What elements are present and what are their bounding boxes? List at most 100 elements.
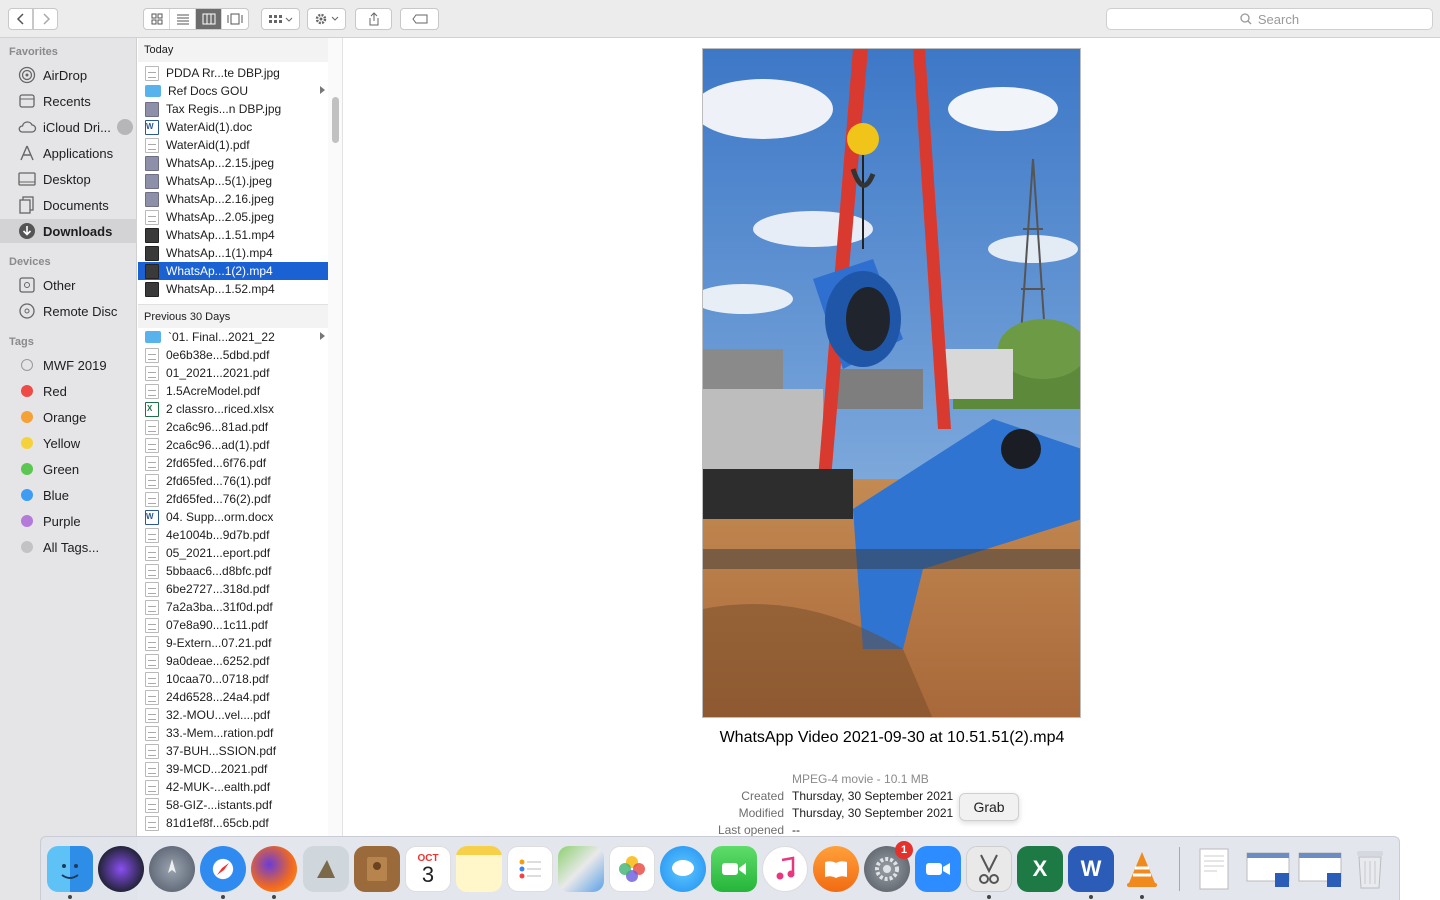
file-row[interactable]: 33.-Mem...ration.pdf — [138, 724, 328, 742]
file-row[interactable]: WhatsAp...2.15.jpeg — [138, 154, 328, 172]
reminders-icon[interactable] — [507, 846, 553, 892]
file-row[interactable]: WhatsAp...2.16.jpeg — [138, 190, 328, 208]
video-thumbnail[interactable] — [702, 48, 1081, 718]
file-row[interactable]: 37-BUH...SSION.pdf — [138, 742, 328, 760]
back-button[interactable] — [8, 8, 33, 30]
file-row[interactable]: WhatsAp...5(1).jpeg — [138, 172, 328, 190]
sidebar-tag-yellow[interactable]: Yellow — [0, 431, 137, 455]
siri-icon[interactable] — [98, 846, 144, 892]
sidebar-item-desktop[interactable]: Desktop — [0, 167, 137, 191]
excel-icon[interactable]: X — [1017, 846, 1063, 892]
preview-app-icon[interactable] — [303, 846, 349, 892]
word-icon[interactable]: W — [1068, 846, 1114, 892]
file-row[interactable]: 9-Extern...07.21.pdf — [138, 634, 328, 652]
file-row[interactable]: WhatsAp...1.51.mp4 — [138, 226, 328, 244]
file-row[interactable]: WaterAid(1).pdf — [138, 136, 328, 154]
sidebar-item-label: Yellow — [43, 435, 81, 451]
file-row[interactable]: WhatsAp...1.52.mp4 — [138, 280, 328, 298]
sidebar-item-other[interactable]: Other — [0, 273, 137, 297]
sidebar-item-icloud-drive[interactable]: iCloud Dri... — [0, 115, 137, 139]
folder-row[interactable]: Ref Docs GOU — [138, 82, 328, 100]
recent-document-icon[interactable] — [1191, 846, 1237, 892]
file-row[interactable]: 81d1ef8f...65cb.pdf — [138, 814, 328, 832]
sidebar-tag-orange[interactable]: Orange — [0, 405, 137, 429]
sidebar-item-airdrop[interactable]: AirDrop — [0, 63, 137, 87]
trash-icon[interactable] — [1347, 846, 1393, 892]
search-field[interactable]: Search — [1106, 8, 1433, 30]
file-row[interactable]: 10caa70...0718.pdf — [138, 670, 328, 688]
list-view-button[interactable] — [170, 9, 196, 29]
file-row[interactable]: 07e8a90...1c11.pdf — [138, 616, 328, 634]
column-view-button[interactable] — [196, 9, 222, 29]
file-row[interactable]: 32.-MOU...vel....pdf — [138, 706, 328, 724]
file-row[interactable]: 4e1004b...9d7b.pdf — [138, 526, 328, 544]
file-row[interactable]: 24d6528...24a4.pdf — [138, 688, 328, 706]
sidebar-item-remote-disc[interactable]: Remote Disc — [0, 299, 137, 323]
share-button[interactable] — [355, 8, 392, 30]
documents-stack-icon[interactable] — [1244, 846, 1294, 892]
maps-icon[interactable] — [558, 846, 604, 892]
column-scrollbar-thumb[interactable] — [332, 97, 339, 143]
file-row[interactable]: 05_2021...eport.pdf — [138, 544, 328, 562]
system-preferences-icon[interactable]: 1 — [864, 841, 913, 892]
action-button[interactable] — [307, 8, 346, 30]
downloads-stack-icon[interactable] — [1296, 846, 1346, 892]
file-row[interactable]: WhatsAp...2.05.jpeg — [138, 208, 328, 226]
file-row[interactable]: 2fd65fed...6f76.pdf — [138, 454, 328, 472]
notes-icon[interactable] — [456, 846, 502, 892]
file-row[interactable]: 39-MCD...2021.pdf — [138, 760, 328, 778]
contacts-icon[interactable] — [354, 846, 400, 892]
books-icon[interactable] — [813, 846, 859, 892]
file-row[interactable]: 2ca6c96...ad(1).pdf — [138, 436, 328, 454]
file-row[interactable]: 9a0deae...6252.pdf — [138, 652, 328, 670]
column-scroll-track[interactable] — [328, 38, 343, 836]
file-row[interactable]: 5bbaac6...d8bfc.pdf — [138, 562, 328, 580]
grab-icon[interactable] — [966, 846, 1012, 892]
messages-icon[interactable] — [660, 846, 706, 892]
file-row[interactable]: 6be2727...318d.pdf — [138, 580, 328, 598]
sidebar-item-applications[interactable]: Applications — [0, 141, 137, 165]
file-row[interactable]: WaterAid(1).doc — [138, 118, 328, 136]
safari-icon[interactable] — [200, 846, 246, 892]
file-row[interactable]: 7a2a3ba...31f0d.pdf — [138, 598, 328, 616]
vlc-icon[interactable] — [1119, 846, 1165, 892]
calendar-icon[interactable]: OCT 3 — [405, 846, 451, 892]
file-row[interactable]: 2 classro...riced.xlsx — [138, 400, 328, 418]
forward-button[interactable] — [33, 8, 58, 30]
photos-icon[interactable] — [609, 846, 655, 892]
file-name: 9-Extern...07.21.pdf — [166, 636, 272, 650]
sidebar-tag-purple[interactable]: Purple — [0, 509, 137, 533]
group-by-button[interactable] — [261, 8, 300, 30]
sidebar-tag-mwf-2019[interactable]: MWF 2019 — [0, 353, 137, 377]
sidebar-item-downloads[interactable]: Downloads — [0, 219, 137, 243]
file-row[interactable]: 1.5AcreModel.pdf — [138, 382, 328, 400]
sidebar-tag-blue[interactable]: Blue — [0, 483, 137, 507]
file-row[interactable]: 2fd65fed...76(2).pdf — [138, 490, 328, 508]
file-row[interactable]: 58-GIZ-...istants.pdf — [138, 796, 328, 814]
finder-icon[interactable] — [47, 846, 93, 892]
file-row[interactable]: Tax Regis...n DBP.jpg — [138, 100, 328, 118]
sidebar-tag-all-tags[interactable]: All Tags... — [0, 535, 137, 559]
file-row[interactable]: 42-MUK-...ealth.pdf — [138, 778, 328, 796]
music-icon[interactable] — [762, 846, 808, 892]
zoom-icon[interactable] — [915, 846, 961, 892]
file-row[interactable]: WhatsAp...1(1).mp4 — [138, 244, 328, 262]
file-row[interactable]: 0e6b38e...5dbd.pdf — [138, 346, 328, 364]
facetime-icon[interactable] — [711, 846, 757, 892]
firefox-icon[interactable] — [251, 846, 297, 892]
file-row[interactable]: 04. Supp...orm.docx — [138, 508, 328, 526]
file-row[interactable]: 2ca6c96...81ad.pdf — [138, 418, 328, 436]
file-row[interactable]: 2fd65fed...76(1).pdf — [138, 472, 328, 490]
sidebar-item-documents[interactable]: Documents — [0, 193, 137, 217]
launchpad-icon[interactable] — [149, 846, 195, 892]
sidebar-tag-red[interactable]: Red — [0, 379, 137, 403]
sidebar-tag-green[interactable]: Green — [0, 457, 137, 481]
gallery-view-button[interactable] — [222, 9, 248, 29]
file-row[interactable]: WhatsAp...1(2).mp4 — [138, 262, 328, 280]
tags-button[interactable] — [400, 8, 439, 30]
folder-row[interactable]: `01. Final...2021_22 — [138, 328, 328, 346]
icon-view-button[interactable] — [144, 9, 170, 29]
file-row[interactable]: PDDA Rr...te DBP.jpg — [138, 64, 328, 82]
file-row[interactable]: 01_2021...2021.pdf — [138, 364, 328, 382]
sidebar-item-recents[interactable]: Recents — [0, 89, 137, 113]
